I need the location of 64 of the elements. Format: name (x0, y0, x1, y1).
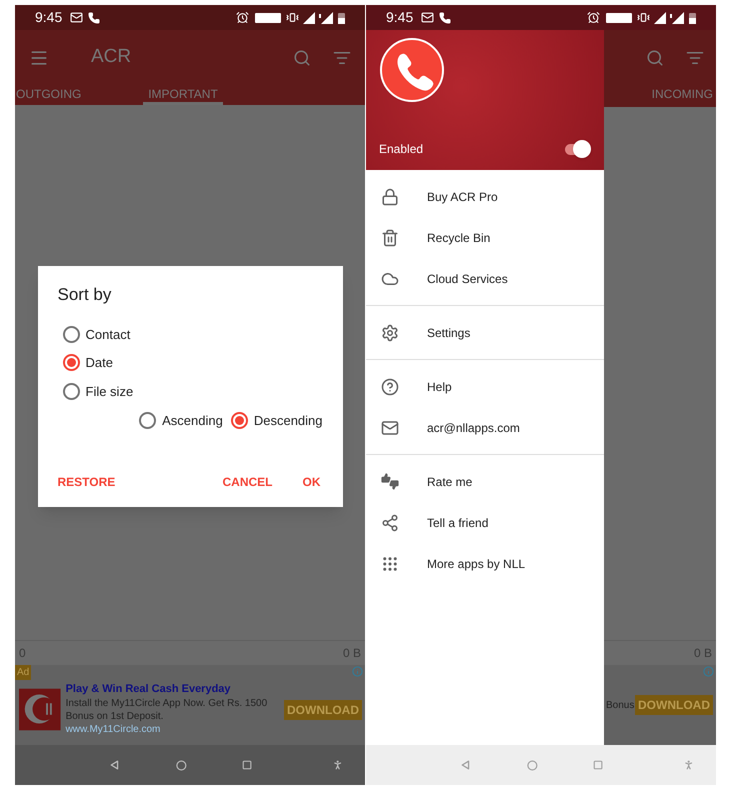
download-button[interactable]: DOWNLOAD (284, 700, 362, 720)
ad-text: Install the My11Circle App Now. Get Rs. 1500 Bonus on 1st Deposit. (66, 697, 268, 723)
ad-badge: Ad (15, 665, 32, 680)
signal-icon (670, 12, 684, 24)
tab[interactable]: OUTGOING (15, 85, 95, 105)
item-icon (381, 514, 399, 532)
radio-label: Ascending (162, 412, 223, 430)
drawer-item[interactable]: Settings (366, 312, 604, 353)
restore-button[interactable]: RESTORE (58, 472, 116, 490)
radio-label: Descending (254, 412, 322, 430)
drawer-item[interactable]: Recycle Bin (366, 217, 604, 258)
vibrate-icon (286, 11, 299, 24)
rating-icon (381, 472, 399, 490)
app-title: ACR (91, 45, 132, 70)
ad-link[interactable]: www.My11Circle.com (66, 723, 284, 736)
drawer-item[interactable]: Cloud Services (366, 258, 604, 299)
drawer-item[interactable]: More apps by NLL (366, 543, 604, 584)
item-icon (381, 378, 399, 396)
status-time: 9:45 (386, 8, 414, 27)
mail-icon (421, 11, 434, 24)
radio-button[interactable] (62, 326, 80, 343)
drawer-item[interactable]: acr@nllapps.com (366, 407, 604, 448)
radio-label: Contact (86, 326, 130, 344)
battery-icon (338, 12, 345, 24)
vibrate-icon (637, 11, 650, 24)
ad-text: Bonus (606, 698, 634, 712)
radio-button[interactable] (62, 382, 80, 400)
radio-button[interactable] (62, 354, 80, 372)
download-button[interactable]: DOWNLOAD (635, 695, 713, 715)
tab[interactable]: IMPORTANT (143, 85, 223, 105)
item-icon (381, 188, 399, 206)
phone-icon (439, 12, 452, 24)
signal-icon (654, 12, 666, 24)
drawer-item[interactable]: Rate me (366, 461, 604, 502)
item-icon (381, 554, 399, 572)
enabled-label: Enabled (379, 141, 424, 158)
radio-button[interactable] (139, 412, 156, 430)
enabled-switch[interactable] (564, 140, 591, 158)
item-icon (381, 324, 399, 342)
alarm-icon (236, 11, 249, 24)
radio-label: File size (86, 382, 134, 400)
radio-button[interactable] (230, 412, 248, 430)
radio-label: Date (86, 354, 113, 372)
ad-title[interactable]: Play & Win Real Cash Everyday (66, 683, 284, 696)
drawer-item[interactable]: Tell a friend (366, 502, 604, 543)
alarm-icon (587, 11, 600, 24)
search-icon[interactable] (646, 48, 664, 66)
battery-icon (689, 12, 696, 24)
signal-icon (303, 12, 315, 24)
drawer-item[interactable]: Help (366, 366, 604, 407)
mail-icon (70, 11, 84, 24)
ad-logo-icon (19, 688, 61, 731)
ok-button[interactable]: OK (302, 472, 320, 490)
signal-icon (319, 12, 333, 24)
app-logo-icon (379, 37, 445, 103)
search-icon[interactable] (293, 48, 311, 66)
tab[interactable]: INCOMING (652, 85, 713, 106)
status-time: 9:45 (35, 8, 62, 27)
item-icon (381, 228, 399, 246)
cancel-button[interactable]: CANCEL (222, 472, 272, 490)
dialog-title: Sort by (58, 284, 112, 306)
phone-icon (88, 12, 100, 24)
drawer-item[interactable]: Buy ACR Pro (366, 176, 604, 217)
item-icon (381, 418, 399, 436)
